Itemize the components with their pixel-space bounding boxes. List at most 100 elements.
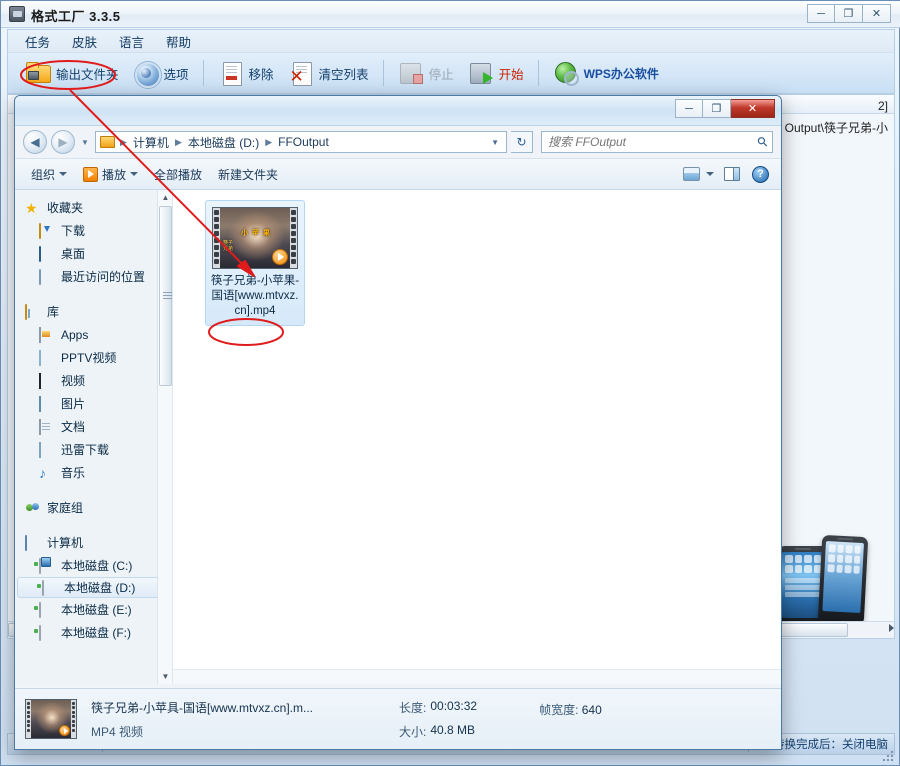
resize-grip[interactable] bbox=[882, 750, 896, 764]
breadcrumb-computer[interactable]: 计算机 bbox=[130, 133, 172, 152]
help-icon[interactable]: ? bbox=[752, 166, 769, 183]
frame-width-value: 640 bbox=[582, 703, 602, 717]
remove-label: 移除 bbox=[249, 64, 274, 83]
sidebar-label: 本地磁盘 (D:) bbox=[64, 579, 135, 596]
sidebar-label: 视频 bbox=[61, 372, 85, 389]
length-key: 长度: bbox=[399, 699, 426, 716]
film-perforation-right bbox=[290, 208, 297, 268]
explorer-close-button[interactable]: ✕ bbox=[731, 99, 775, 118]
menu-tasks[interactable]: 任务 bbox=[16, 30, 59, 53]
pptv-icon bbox=[39, 351, 55, 365]
scroll-up-arrow[interactable]: ▲ bbox=[158, 190, 173, 205]
sidebar-item-apps[interactable]: Apps bbox=[15, 323, 172, 346]
sidebar-item-computer[interactable]: 计算机 bbox=[15, 531, 172, 554]
after-conversion-label: 转换完成后：关闭电脑 bbox=[773, 736, 888, 752]
apps-icon bbox=[39, 328, 55, 342]
history-dropdown-icon[interactable]: ▼ bbox=[79, 138, 91, 147]
menu-skin[interactable]: 皮肤 bbox=[63, 30, 106, 53]
play-icon bbox=[83, 167, 98, 182]
chevron-down-icon[interactable]: ▼ bbox=[491, 138, 502, 147]
star-icon: ★ bbox=[25, 201, 41, 215]
sidebar-item-drive-e[interactable]: 本地磁盘 (E:) bbox=[15, 598, 172, 621]
breadcrumb-sep-2: ▶ bbox=[264, 137, 273, 148]
view-layout-icon[interactable] bbox=[683, 167, 700, 181]
file-name-label: 筷子兄弟-小苹果-国语[www.mtvxz.cn].mp4 bbox=[210, 274, 300, 319]
file-list-pane[interactable]: 小 苹 果 筷子兄弟 筷子兄弟-小苹果-国语[www.mtvxz.cn].mp4 bbox=[173, 190, 781, 684]
sidebar-label: 本地磁盘 (E:) bbox=[61, 601, 132, 618]
play-all-button[interactable]: 全部播放 bbox=[146, 163, 210, 186]
breadcrumb-drive-d[interactable]: 本地磁盘 (D:) bbox=[185, 133, 262, 152]
task-row-partial-path: Output\筷子兄弟-小 bbox=[785, 119, 888, 136]
breadcrumb[interactable]: ▶ 计算机 ▶ 本地磁盘 (D:) ▶ FFOutput ▼ bbox=[95, 131, 507, 153]
wps-button[interactable]: WPS办公软件 bbox=[546, 57, 666, 89]
new-folder-button[interactable]: 新建文件夹 bbox=[210, 163, 286, 186]
details-metadata: 长度: 00:03:32 大小: 40.8 MB bbox=[399, 699, 477, 740]
sidebar-item-homegroup[interactable]: 家庭组 bbox=[15, 496, 172, 519]
details-filetype: MP4 视频 bbox=[91, 723, 391, 740]
size-key: 大小: bbox=[399, 723, 426, 740]
sidebar-label: PPTV视频 bbox=[61, 349, 116, 366]
organize-button[interactable]: 组织 bbox=[23, 163, 75, 186]
hscroll-right-arrow[interactable] bbox=[889, 624, 894, 632]
main-menubar: 任务 皮肤 语言 帮助 bbox=[7, 29, 895, 52]
forward-button[interactable]: ▶ bbox=[51, 130, 75, 154]
file-list-hscrollbar[interactable] bbox=[173, 669, 781, 684]
sidebar-label: 文档 bbox=[61, 418, 85, 435]
scroll-down-arrow[interactable]: ▼ bbox=[158, 669, 173, 684]
clear-list-button[interactable]: ✕ 清空列表 bbox=[281, 57, 376, 89]
details-filename: 筷子兄弟-小苹具-国语[www.mtvxz.cn].m... bbox=[91, 699, 391, 716]
file-item[interactable]: 小 苹 果 筷子兄弟 筷子兄弟-小苹果-国语[www.mtvxz.cn].mp4 bbox=[205, 200, 305, 326]
sidebar-item-videos[interactable]: 视频 bbox=[15, 369, 172, 392]
sidebar-label: 桌面 bbox=[61, 245, 85, 262]
sidebar-gap-3 bbox=[15, 519, 172, 531]
sidebar-gap-1 bbox=[15, 288, 172, 300]
search-box[interactable]: ⚲ bbox=[541, 131, 773, 153]
start-button[interactable]: 开始 bbox=[461, 57, 531, 89]
pictures-icon bbox=[39, 397, 55, 411]
sidebar-label: 本地磁盘 (F:) bbox=[61, 624, 131, 641]
breadcrumb-ffoutput[interactable]: FFOutput bbox=[275, 134, 332, 150]
menu-help[interactable]: 帮助 bbox=[157, 30, 200, 53]
sidebar-item-xunlei[interactable]: 迅雷下载 bbox=[15, 438, 172, 461]
sidebar-item-downloads[interactable]: 下载 bbox=[15, 219, 172, 242]
maximize-button[interactable]: ❐ bbox=[835, 4, 863, 23]
options-button[interactable]: 选项 bbox=[126, 57, 196, 89]
output-folder-button[interactable]: 输出文件夹 bbox=[18, 57, 126, 89]
stop-label: 停止 bbox=[429, 64, 454, 83]
sidebar-label: 下载 bbox=[61, 222, 85, 239]
explorer-navbar: ◀ ▶ ▼ ▶ 计算机 ▶ 本地磁盘 (D:) ▶ FFOutput ▼ ↻ ⚲ bbox=[15, 126, 781, 158]
play-overlay-icon bbox=[272, 249, 288, 265]
sidebar-label: 最近访问的位置 bbox=[61, 268, 145, 285]
sidebar-item-drive-f[interactable]: 本地磁盘 (F:) bbox=[15, 621, 172, 644]
back-button[interactable]: ◀ bbox=[23, 130, 47, 154]
explorer-maximize-button[interactable]: ❐ bbox=[703, 99, 731, 118]
sidebar-item-libraries[interactable]: 库 bbox=[15, 300, 172, 323]
chevron-down-icon bbox=[59, 172, 67, 176]
play-button[interactable]: 播放 bbox=[75, 163, 146, 186]
minimize-button[interactable]: ─ bbox=[807, 4, 835, 23]
menu-language[interactable]: 语言 bbox=[110, 30, 153, 53]
sidebar-item-drive-c[interactable]: 本地磁盘 (C:) bbox=[15, 554, 172, 577]
sidebar-item-recent-places[interactable]: 最近访问的位置 bbox=[15, 265, 172, 288]
sidebar-item-pictures[interactable]: 图片 bbox=[15, 392, 172, 415]
remove-button[interactable]: 移除 bbox=[211, 57, 281, 89]
sidebar-item-pptv[interactable]: PPTV视频 bbox=[15, 346, 172, 369]
refresh-button[interactable]: ↻ bbox=[511, 131, 533, 153]
sidebar-item-desktop[interactable]: 桌面 bbox=[15, 242, 172, 265]
film-perforation-left bbox=[26, 700, 31, 738]
scroll-thumb[interactable] bbox=[159, 206, 172, 386]
sidebar-scrollbar[interactable]: ▲ ▼ bbox=[157, 190, 172, 684]
chevron-down-icon[interactable] bbox=[706, 172, 714, 176]
sidebar-item-documents[interactable]: 文档 bbox=[15, 415, 172, 438]
sidebar-item-favorites[interactable]: ★ 收藏夹 bbox=[15, 196, 172, 219]
size-value: 40.8 MB bbox=[430, 723, 475, 740]
sidebar-item-music[interactable]: ♪ 音乐 bbox=[15, 461, 172, 484]
search-input[interactable] bbox=[546, 134, 758, 150]
close-button[interactable]: ✕ bbox=[863, 4, 891, 23]
sidebar-item-drive-d[interactable]: 本地磁盘 (D:) bbox=[17, 577, 168, 598]
stop-button[interactable]: 停止 bbox=[391, 57, 461, 89]
explorer-minimize-button[interactable]: ─ bbox=[675, 99, 703, 118]
preview-pane-icon[interactable] bbox=[724, 167, 740, 181]
details-frame-width: 帧宽度: 640 bbox=[539, 701, 602, 718]
explorer-window: ─ ❐ ✕ ◀ ▶ ▼ ▶ 计算机 ▶ 本地磁盘 (D:) ▶ FFOutput… bbox=[14, 95, 782, 750]
